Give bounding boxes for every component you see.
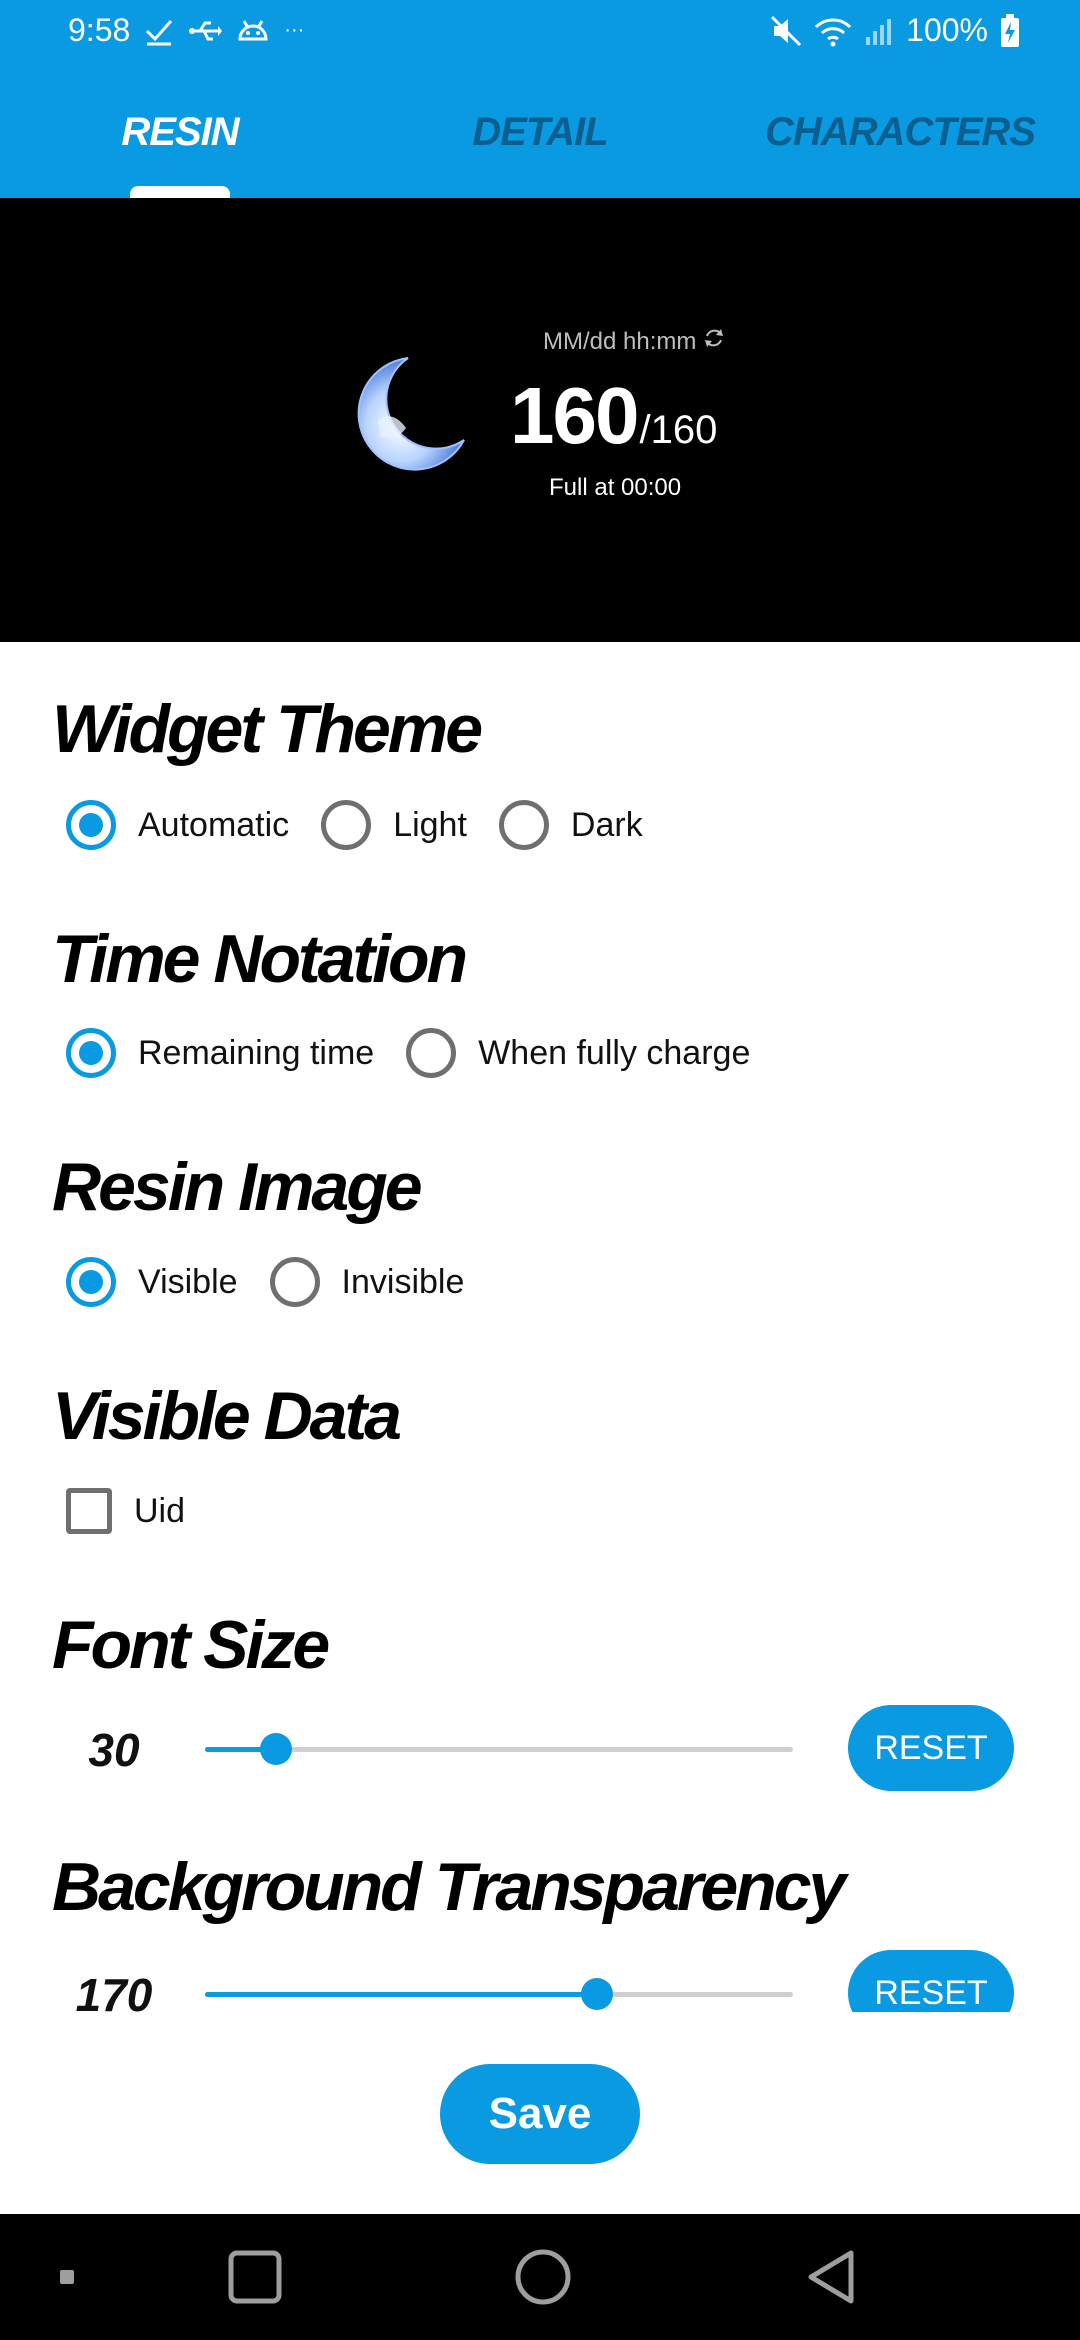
save-button[interactable]: Save — [440, 2064, 640, 2164]
radio-button[interactable] — [66, 1028, 116, 1078]
radio-label: Invisible — [341, 1262, 465, 1301]
tab-indicator — [130, 186, 230, 198]
section-title-widget-theme: Widget Theme — [52, 691, 483, 767]
radio-label: Light — [393, 805, 467, 844]
radio-automatic[interactable]: Automatic — [66, 800, 289, 850]
battery-percent: 100% — [906, 12, 988, 48]
font-size-slider[interactable] — [205, 1733, 793, 1765]
section-title-visible-data: Visible Data — [52, 1378, 402, 1454]
font-size-row: 30 RESET — [0, 1705, 1080, 1795]
resin-image-options: Visible Invisible — [66, 1257, 496, 1307]
battery-charging-icon — [1000, 13, 1020, 48]
section-title-font-size: Font Size — [52, 1607, 330, 1683]
background-transparency-slider[interactable] — [205, 1978, 793, 2010]
recents-dot-icon[interactable] — [32, 2244, 102, 2310]
tab-detail[interactable]: DETAIL — [360, 66, 720, 198]
section-title-resin-image: Resin Image — [52, 1149, 423, 1225]
visible-data-options: Uid — [66, 1488, 217, 1534]
section-title-background-transparency: Background Transparency — [52, 1849, 846, 1925]
home-circle-icon[interactable] — [508, 2244, 578, 2310]
navigation-bar — [0, 2214, 1080, 2340]
radio-button[interactable] — [498, 800, 549, 850]
resin-moon-icon — [348, 350, 468, 476]
preview-resin-count: 160 /160 — [510, 370, 717, 462]
slider-thumb[interactable] — [260, 1733, 292, 1765]
square-icon[interactable] — [220, 2244, 290, 2310]
radio-label: Dark — [570, 805, 643, 844]
signal-icon — [864, 15, 894, 47]
tab-bar: RESIN DETAIL CHARACTERS — [0, 66, 1080, 198]
radio-button[interactable] — [406, 1028, 457, 1078]
time-notation-options: Remaining time When fully charge — [66, 1028, 782, 1078]
preview-time-format: MM/dd hh:mm — [543, 326, 726, 357]
preview-current: 160 — [510, 371, 639, 460]
radio-dark[interactable]: Dark — [498, 800, 643, 850]
refresh-icon — [702, 326, 726, 357]
font-size-value: 30 — [88, 1724, 140, 1776]
radio-label: Visible — [138, 1262, 238, 1301]
radio-button[interactable] — [66, 800, 116, 850]
radio-remaining-time[interactable]: Remaining time — [66, 1028, 374, 1078]
preview-full-at: Full at 00:00 — [549, 474, 682, 501]
radio-light[interactable]: Light — [321, 800, 467, 850]
status-time: 9:58 — [68, 12, 131, 48]
more-icon: ··· — [284, 19, 305, 41]
section-title-time-notation: Time Notation — [52, 921, 468, 997]
checkbox-uid[interactable]: Uid — [66, 1488, 185, 1534]
tab-characters[interactable]: CHARACTERS — [720, 66, 1080, 198]
widget-preview: MM/dd hh:mm 160 /160 Full at 00:00 — [0, 198, 1080, 642]
preview-max: /160 — [639, 408, 718, 452]
radio-button[interactable] — [66, 1257, 116, 1307]
radio-label: Automatic — [138, 805, 290, 844]
radio-label: When fully charge — [478, 1033, 751, 1072]
radio-label: Remaining time — [138, 1033, 375, 1072]
status-bar: 9:58 ··· 100% — [0, 0, 1080, 66]
android-debug-icon — [236, 15, 270, 47]
radio-button[interactable] — [321, 800, 372, 850]
wifi-icon — [814, 15, 852, 47]
radio-invisible[interactable]: Invisible — [269, 1257, 465, 1307]
scroll-clip — [0, 2012, 1080, 2072]
checkbox[interactable] — [66, 1488, 112, 1534]
mute-icon — [770, 15, 802, 47]
tab-resin[interactable]: RESIN — [0, 66, 360, 198]
usb-icon — [188, 18, 223, 44]
font-size-reset-button[interactable]: RESET — [848, 1705, 1014, 1791]
preview-time-format-text: MM/dd hh:mm — [543, 327, 697, 355]
back-triangle-icon[interactable] — [796, 2244, 866, 2310]
widget-theme-options: Automatic Light Dark — [66, 800, 675, 850]
slider-thumb[interactable] — [581, 1978, 613, 2010]
radio-when-fully-charge[interactable]: When fully charge — [406, 1028, 750, 1078]
radio-button[interactable] — [269, 1257, 320, 1307]
radio-visible[interactable]: Visible — [66, 1257, 238, 1307]
check-icon — [144, 16, 174, 46]
slider-fill — [205, 1992, 597, 1997]
checkbox-label: Uid — [134, 1491, 186, 1530]
